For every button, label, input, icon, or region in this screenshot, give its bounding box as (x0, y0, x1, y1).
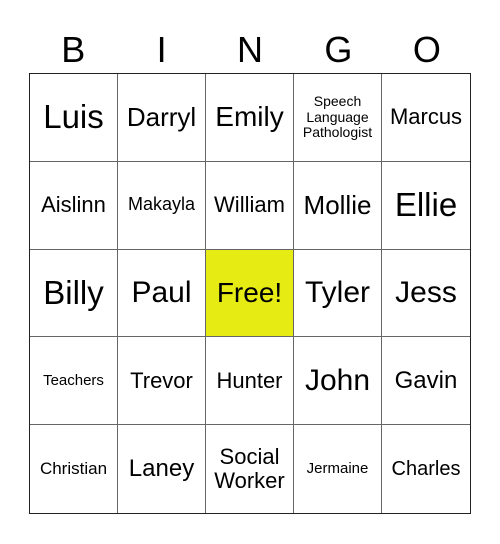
bingo-cell[interactable]: Marcus (382, 74, 470, 162)
bingo-cell[interactable]: Trevor (118, 337, 206, 426)
bingo-cell[interactable]: Tyler (294, 249, 382, 338)
header-letter-n: N (237, 29, 264, 70)
bingo-cell[interactable]: Emily (206, 74, 294, 162)
header-letter-o: O (412, 29, 441, 70)
bingo-cell[interactable]: Jess (382, 250, 470, 338)
bingo-cell[interactable]: Mollie (294, 161, 382, 250)
bingo-cell[interactable]: Paul (118, 249, 206, 338)
bingo-cell[interactable]: Jermaine (294, 425, 382, 513)
bingo-cell[interactable]: Makayla (118, 161, 206, 250)
free-space-cell[interactable]: Free! (206, 249, 294, 338)
bingo-cell[interactable]: Billy (30, 249, 118, 338)
bingo-cell[interactable]: Gavin (382, 337, 470, 426)
header-letter-g: G (324, 29, 353, 70)
bingo-cell[interactable]: William (206, 161, 294, 250)
header-letter-i: I (156, 29, 167, 70)
bingo-cell[interactable]: Ellie (382, 162, 470, 250)
bingo-header: B I N G O (29, 28, 471, 72)
bingo-cell[interactable]: Luis (30, 74, 118, 162)
bingo-cell[interactable]: Hunter (206, 337, 294, 426)
bingo-cell[interactable]: Aislinn (30, 161, 118, 250)
bingo-cell[interactable]: Laney (118, 425, 206, 513)
bingo-cell[interactable]: Speech Language Pathologist (294, 74, 382, 162)
bingo-cell[interactable]: John (294, 337, 382, 426)
bingo-cell[interactable]: Social Worker (206, 425, 294, 513)
bingo-cell[interactable]: Christian (30, 425, 118, 513)
bingo-card: Luis Darryl Emily Speech Language Pathol… (29, 73, 471, 514)
bingo-cell[interactable]: Teachers (30, 337, 118, 426)
bingo-cell[interactable]: Darryl (118, 74, 206, 162)
header-letter-b: B (61, 29, 86, 70)
bingo-cell[interactable]: Charles (382, 425, 470, 513)
